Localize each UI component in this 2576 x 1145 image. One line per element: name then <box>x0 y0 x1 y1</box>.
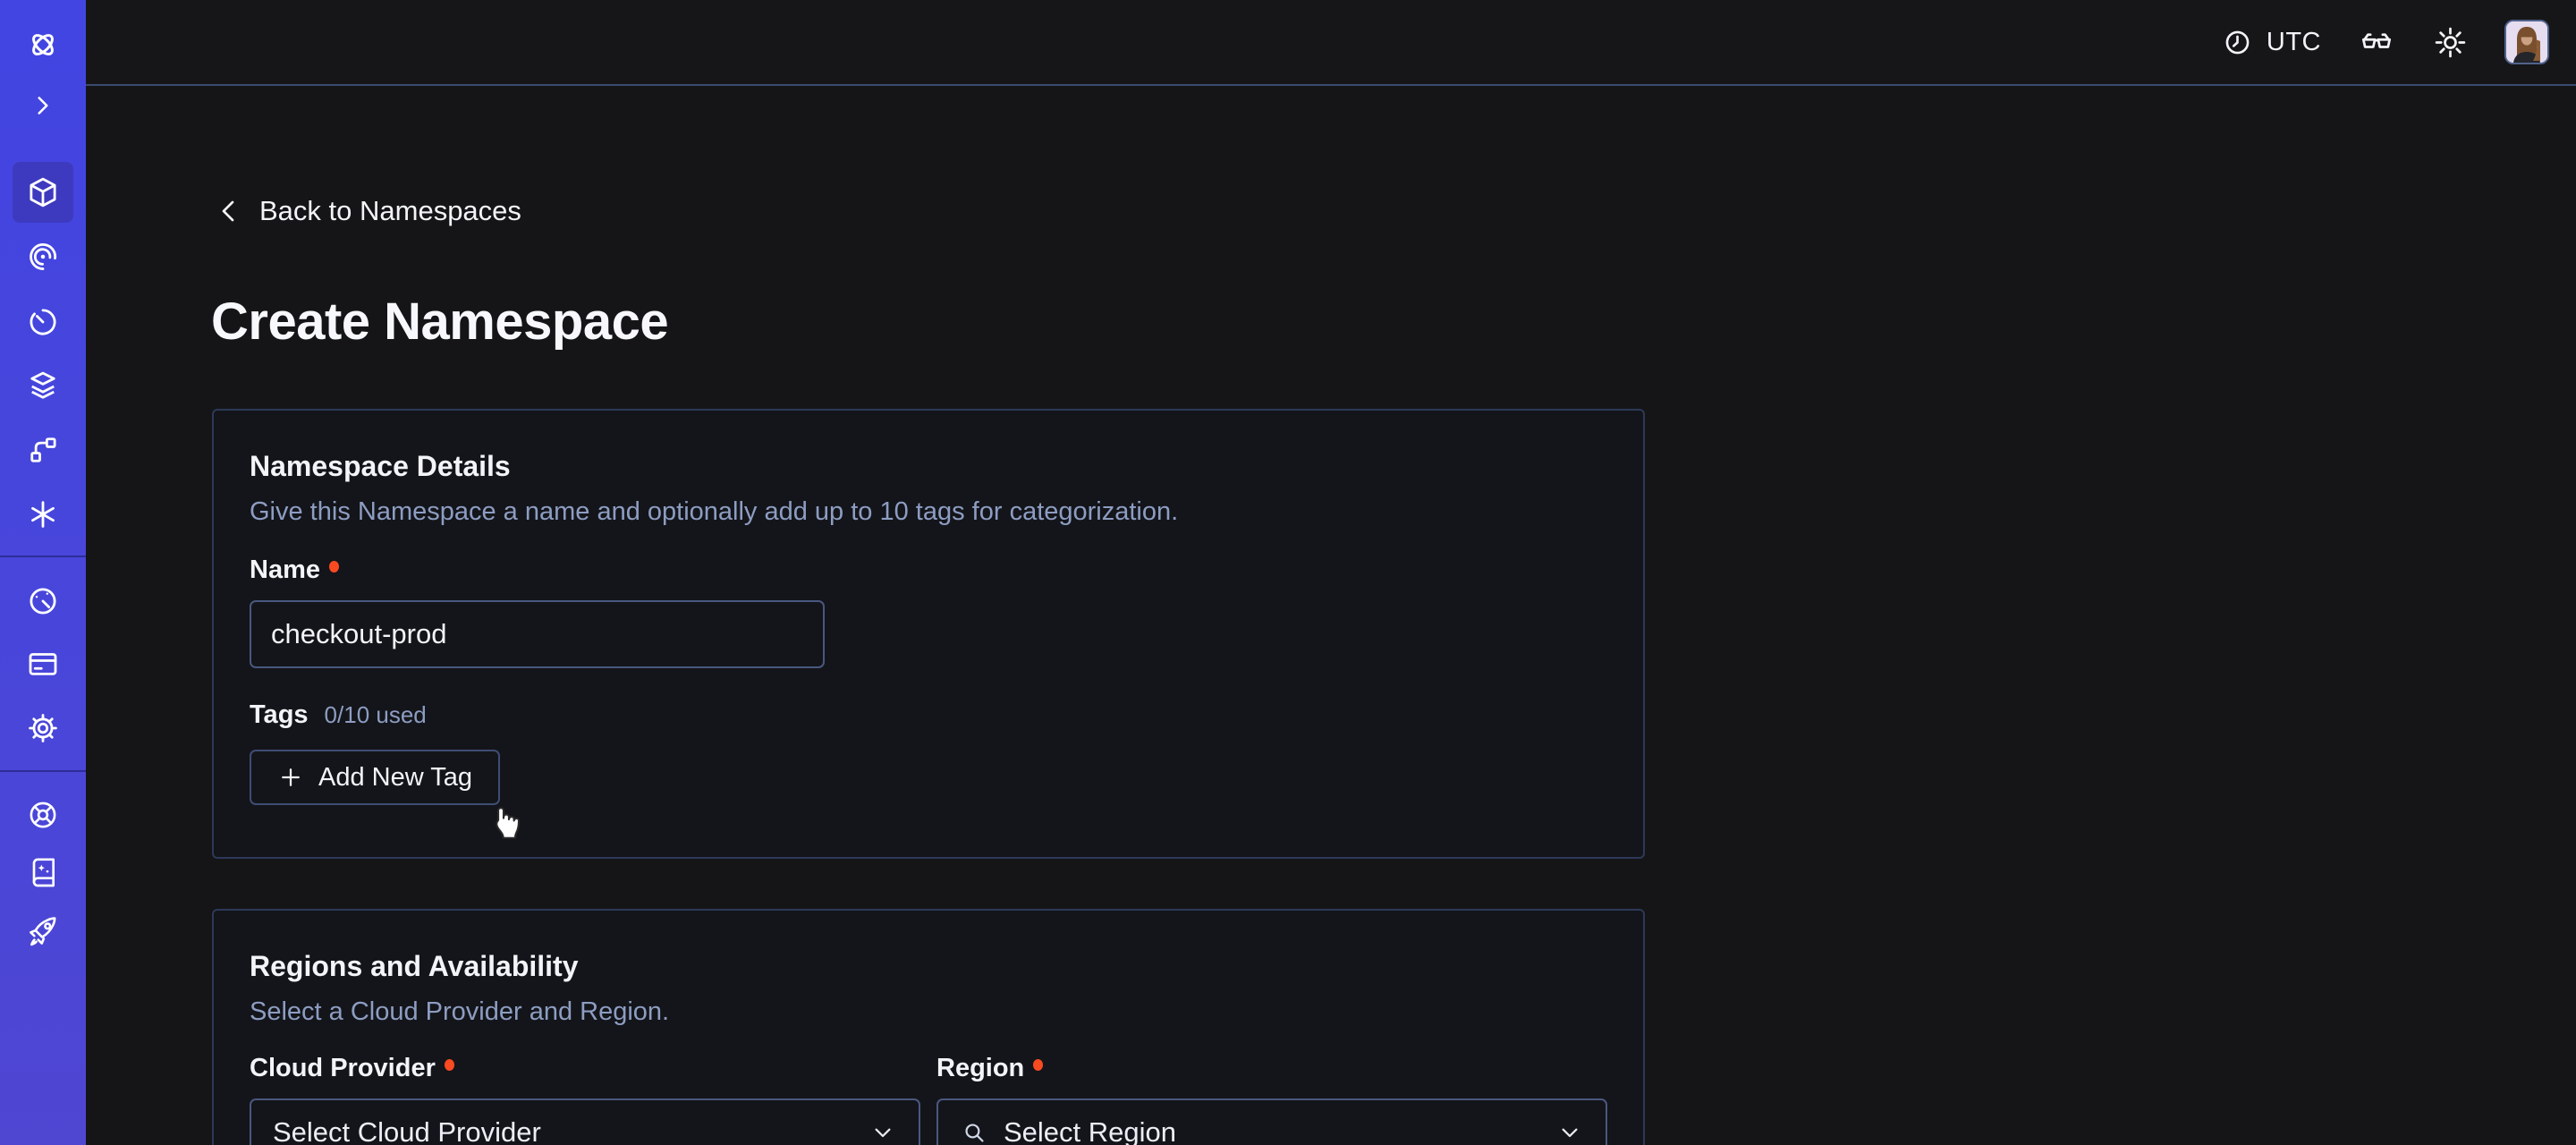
name-label: Name <box>250 556 320 585</box>
region-label: Region <box>936 1054 1024 1083</box>
nexus-asterisk-icon <box>25 496 61 532</box>
search-icon <box>960 1118 989 1145</box>
tags-label: Tags <box>250 700 309 730</box>
sidebar-item-usage[interactable] <box>23 581 63 621</box>
schedules-timer-icon <box>24 303 62 341</box>
usage-gauge-icon <box>24 582 62 620</box>
cloud-provider-select[interactable]: Select Cloud Provider <box>250 1098 920 1145</box>
batch-operations-branch-icon <box>24 431 62 469</box>
topbar: UTC <box>86 0 2576 86</box>
required-dot <box>1033 1059 1043 1071</box>
regions-availability-card: Regions and Availability Select a Cloud … <box>212 909 1645 1145</box>
main-content: Back to Namespaces Create Namespace Name… <box>86 88 2576 1145</box>
region-placeholder: Select Region <box>1004 1116 1541 1145</box>
sidebar-item-support[interactable] <box>23 795 63 835</box>
sidebar-item-nexus[interactable] <box>23 495 63 534</box>
theme-sun-icon[interactable] <box>2432 24 2469 61</box>
card-description: Select a Cloud Provider and Region. <box>250 997 1607 1027</box>
namespace-details-card: Namespace Details Give this Namespace a … <box>212 409 1645 859</box>
namespaces-cube-icon <box>24 174 62 211</box>
back-to-namespaces-link[interactable]: Back to Namespaces <box>215 195 521 227</box>
add-new-tag-button[interactable]: Add New Tag <box>250 750 500 805</box>
required-dot <box>445 1059 454 1071</box>
workflows-spiral-icon <box>24 238 62 276</box>
chevron-left-icon <box>215 197 243 225</box>
page-title: Create Namespace <box>211 292 668 352</box>
cloud-provider-placeholder: Select Cloud Provider <box>273 1116 854 1145</box>
sidebar-item-schedules[interactable] <box>23 302 63 342</box>
chevron-down-icon <box>869 1118 897 1145</box>
sidebar-item-settings[interactable] <box>23 708 63 748</box>
temporal-logo[interactable] <box>23 25 63 64</box>
sidebar-item-workflows[interactable] <box>23 237 63 276</box>
region-field: Region Select Region <box>936 1054 1607 1145</box>
settings-gear-icon <box>24 709 62 747</box>
tags-counter: 0/10 used <box>325 701 427 729</box>
timezone-label: UTC <box>2267 28 2321 57</box>
chevron-down-icon <box>1555 1118 1584 1145</box>
sidebar <box>0 0 86 1145</box>
card-title: Namespace Details <box>250 450 1607 483</box>
back-link-label: Back to Namespaces <box>259 195 521 227</box>
getting-started-rocket-icon <box>24 912 62 950</box>
sidebar-divider <box>0 770 86 772</box>
required-dot <box>329 561 339 572</box>
region-select[interactable]: Select Region <box>936 1098 1607 1145</box>
sidebar-item-namespaces[interactable] <box>23 173 63 212</box>
avatar[interactable] <box>2504 20 2549 64</box>
sidebar-divider <box>0 556 86 557</box>
timezone-selector[interactable]: UTC <box>2221 26 2321 59</box>
sidebar-item-getting-started[interactable] <box>23 912 63 951</box>
card-title: Regions and Availability <box>250 950 1607 983</box>
card-description: Give this Namespace a name and optionall… <box>250 497 1607 527</box>
billing-card-icon <box>24 645 62 683</box>
plus-icon <box>277 764 304 791</box>
add-new-tag-label: Add New Tag <box>318 763 472 793</box>
namespace-name-input[interactable] <box>250 600 825 668</box>
clock-icon <box>2221 26 2254 59</box>
sidebar-item-billing[interactable] <box>23 644 63 683</box>
sidebar-expand-chevron-icon[interactable] <box>23 86 63 125</box>
sidebar-item-deployments[interactable] <box>23 367 63 406</box>
labs-glasses-icon[interactable] <box>2357 22 2396 62</box>
deployments-layers-icon <box>24 368 62 405</box>
docs-book-icon <box>25 854 61 890</box>
sidebar-item-batch-operations[interactable] <box>23 430 63 470</box>
sidebar-item-docs[interactable] <box>23 852 63 892</box>
support-lifebuoy-icon <box>24 796 62 834</box>
cloud-provider-label: Cloud Provider <box>250 1054 436 1083</box>
cloud-provider-field: Cloud Provider Select Cloud Provider <box>250 1054 920 1145</box>
